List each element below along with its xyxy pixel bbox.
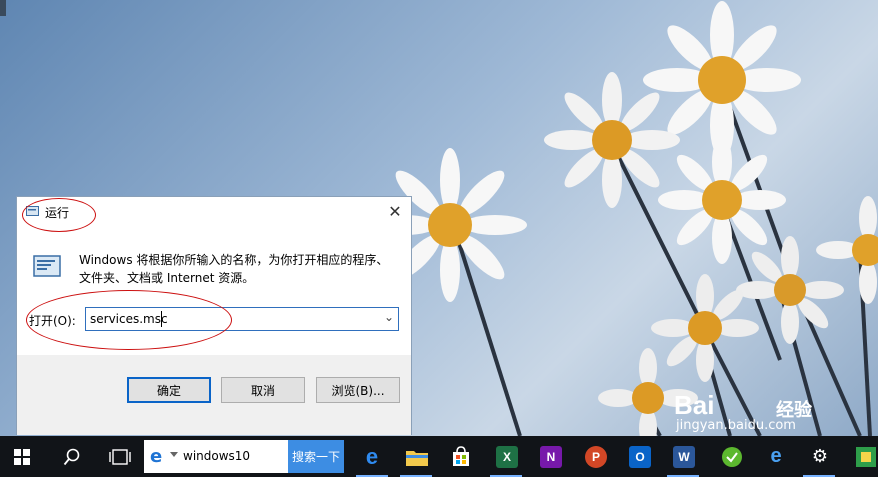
run-icon bbox=[26, 206, 39, 216]
dialog-description: Windows 将根据你所输入的名称，为你打开相应的程序、 文件夹、文档或 In… bbox=[79, 251, 399, 287]
open-combobox[interactable]: services.msc ⌄ bbox=[85, 307, 399, 331]
dialog-footer: 确定 取消 浏览(B)... bbox=[17, 355, 411, 435]
outlook-icon: O bbox=[629, 445, 651, 468]
run-dialog: 运行 ✕ Windows 将根据你所输入的名称，为你打开相应的程序、 文件夹、文… bbox=[16, 196, 412, 435]
taskbar-app-outlook[interactable]: O bbox=[620, 436, 660, 477]
taskbar-app-onenote[interactable]: N bbox=[531, 436, 571, 477]
taskbar-app-settings[interactable]: ⚙ bbox=[800, 436, 840, 477]
dialog-title: 运行 bbox=[45, 206, 70, 220]
excel-icon: X bbox=[496, 445, 518, 468]
baidu-watermark: Bai 经验 jingyan.baidu.com bbox=[668, 388, 878, 438]
taskbar-app-word[interactable]: W bbox=[664, 436, 704, 477]
chevron-down-icon[interactable]: ⌄ bbox=[384, 310, 394, 324]
ok-button-label: 确定 bbox=[156, 383, 181, 398]
windows-icon bbox=[14, 448, 30, 465]
search-icon bbox=[63, 448, 80, 465]
ie-taskbar-icon: e bbox=[770, 445, 782, 467]
cancel-button-label: 取消 bbox=[250, 383, 275, 398]
green-app-icon bbox=[722, 446, 742, 467]
gear-icon: ⚙ bbox=[811, 446, 829, 467]
start-button[interactable] bbox=[2, 436, 42, 477]
taskbar-app-green[interactable] bbox=[712, 436, 752, 477]
word-icon: W bbox=[673, 445, 695, 468]
taskbar-app-store[interactable] bbox=[441, 436, 481, 477]
baidu-search-box[interactable]: e windows10 bbox=[144, 440, 288, 473]
text-cursor bbox=[161, 311, 162, 327]
description-line-2: 文件夹、文档或 Internet 资源。 bbox=[79, 271, 255, 285]
watermark-brand: Bai bbox=[674, 390, 715, 420]
window-edge-marker bbox=[0, 0, 6, 16]
ie-icon: e bbox=[150, 446, 163, 467]
powerpoint-icon: P bbox=[585, 445, 607, 468]
run-program-icon bbox=[33, 255, 61, 277]
taskbar-app-edge[interactable]: e bbox=[352, 436, 392, 477]
taskbar-app-map[interactable] bbox=[846, 436, 878, 477]
task-view-icon bbox=[109, 448, 131, 465]
close-icon: ✕ bbox=[388, 201, 402, 221]
search-button[interactable] bbox=[52, 436, 92, 477]
cancel-button[interactable]: 取消 bbox=[221, 377, 305, 403]
dialog-titlebar[interactable]: 运行 ✕ bbox=[17, 197, 411, 227]
watermark-url: jingyan.baidu.com bbox=[676, 418, 796, 433]
store-icon bbox=[453, 445, 469, 466]
taskbar: e windows10 搜索一下 e X N P O W e ⚙ bbox=[0, 436, 878, 477]
onenote-icon: N bbox=[540, 445, 562, 468]
open-input[interactable]: services.msc bbox=[90, 312, 168, 326]
browse-button[interactable]: 浏览(B)... bbox=[316, 377, 400, 403]
ok-button[interactable]: 确定 bbox=[127, 377, 211, 403]
close-button[interactable]: ✕ bbox=[379, 197, 411, 225]
taskbar-app-excel[interactable]: X bbox=[487, 436, 527, 477]
folder-icon bbox=[406, 450, 428, 466]
baidu-search-button-label: 搜索一下 bbox=[291, 450, 340, 464]
baidu-search-button[interactable]: 搜索一下 bbox=[288, 440, 344, 473]
open-label: 打开(O): bbox=[29, 314, 76, 328]
taskbar-app-ie[interactable]: e bbox=[756, 436, 796, 477]
taskbar-app-file-explorer[interactable] bbox=[397, 436, 437, 477]
baidu-search-input[interactable]: windows10 bbox=[183, 449, 250, 463]
map-app-icon bbox=[856, 446, 876, 467]
edge-icon: e bbox=[365, 443, 379, 469]
browse-button-label: 浏览(B)... bbox=[331, 383, 385, 398]
task-view-button[interactable] bbox=[100, 436, 140, 477]
dropdown-arrow-icon[interactable] bbox=[170, 452, 178, 457]
description-line-1: Windows 将根据你所输入的名称，为你打开相应的程序、 bbox=[79, 253, 389, 267]
taskbar-app-powerpoint[interactable]: P bbox=[576, 436, 616, 477]
